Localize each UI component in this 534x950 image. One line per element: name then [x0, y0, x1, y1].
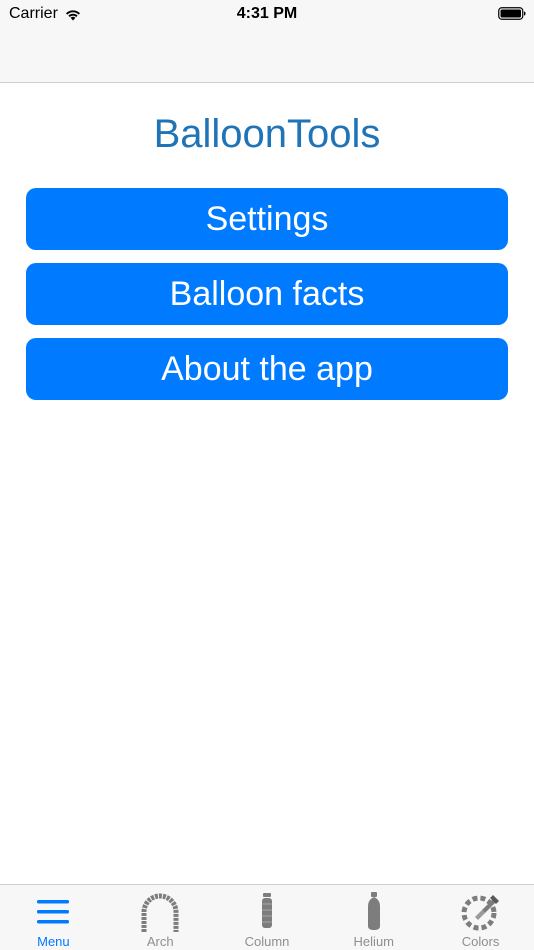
colors-icon: [459, 891, 503, 933]
tab-bar: Menu Arch Column Helium Colors: [0, 884, 534, 950]
balloon-facts-button[interactable]: Balloon facts: [26, 263, 508, 325]
menu-icon: [31, 891, 75, 933]
tab-menu-label: Menu: [37, 934, 70, 949]
settings-button-label: Settings: [205, 199, 329, 238]
tab-helium-label: Helium: [353, 934, 395, 949]
tab-column[interactable]: Column: [214, 885, 321, 950]
tab-colors[interactable]: Colors: [427, 885, 534, 950]
tab-menu[interactable]: Menu: [0, 885, 107, 950]
helium-balloon-icon: [352, 891, 396, 933]
status-time: 4:31 PM: [236, 5, 298, 22]
status-bar: Carrier 4:31 PM: [0, 0, 534, 28]
navigation-bar: Carrier 4:31 PM: [0, 0, 534, 83]
tab-colors-label: Colors: [461, 934, 500, 949]
tab-column-label: Column: [244, 934, 290, 949]
tab-arch-label: Arch: [146, 934, 174, 949]
settings-button[interactable]: Settings: [26, 188, 508, 250]
balloon-facts-button-label: Balloon facts: [169, 274, 365, 313]
tab-arch[interactable]: Arch: [107, 885, 214, 950]
app-screen: Carrier 4:31 PM BalloonTools Settings Ba…: [0, 0, 534, 950]
tab-helium[interactable]: Helium: [320, 885, 427, 950]
app-title: BalloonTools: [153, 112, 381, 156]
battery-icon: [498, 7, 526, 20]
arch-icon: [138, 891, 182, 933]
column-icon: [245, 891, 289, 933]
about-the-app-button-label: About the app: [161, 349, 373, 388]
about-the-app-button[interactable]: About the app: [26, 338, 508, 400]
